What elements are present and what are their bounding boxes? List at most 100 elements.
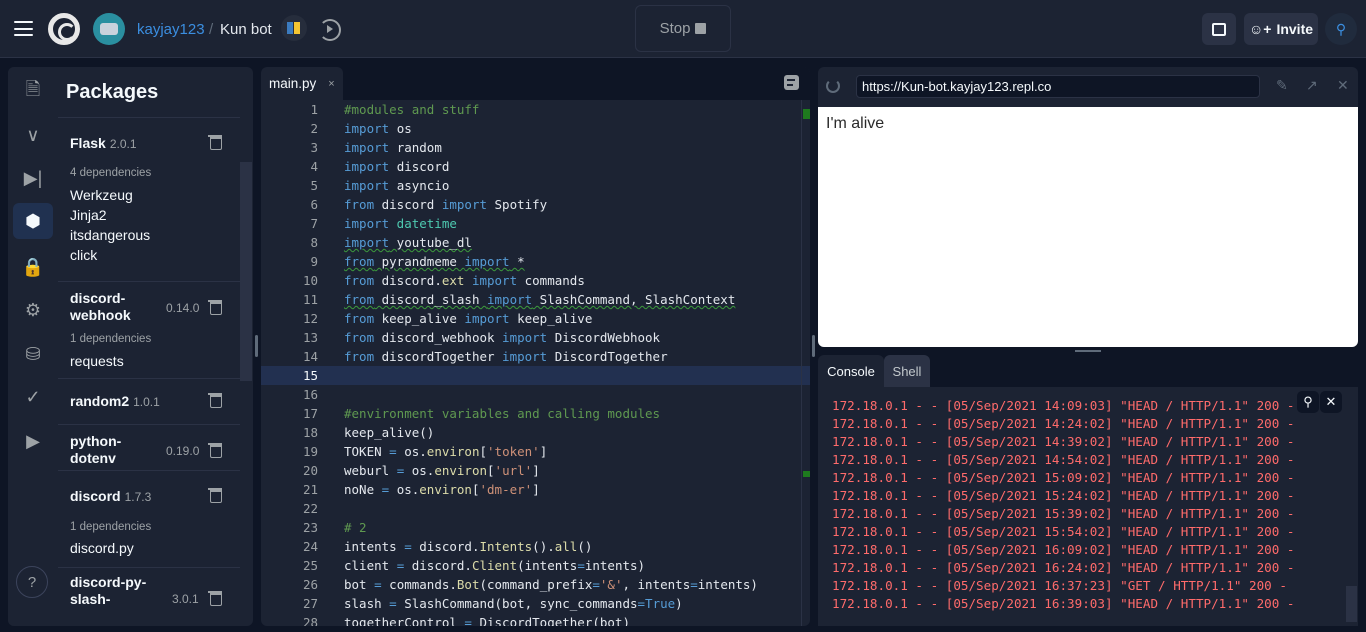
username-link[interactable]: kayjay123: [137, 21, 205, 38]
code-token: ]: [532, 482, 540, 497]
code-line[interactable]: 4 import discord: [261, 157, 810, 176]
console-scrollbar[interactable]: [1346, 586, 1357, 622]
close-icon[interactable]: ×: [328, 78, 334, 90]
chat-button[interactable]: [1202, 13, 1236, 45]
resize-handle[interactable]: [812, 335, 815, 357]
youtube-icon[interactable]: ▶: [13, 423, 53, 459]
file-icon[interactable]: 🗎: [13, 74, 53, 110]
trash-icon[interactable]: [208, 443, 222, 458]
code-line[interactable]: 15: [261, 366, 810, 385]
gear-icon[interactable]: ⚙: [13, 292, 53, 328]
code-line[interactable]: 1 #modules and stuff: [261, 100, 810, 119]
code-line[interactable]: 8 import youtube_dl: [261, 233, 810, 252]
code-line[interactable]: 14 from discordTogether import DiscordTog…: [261, 347, 810, 366]
code-line[interactable]: 26 bot = commands.Bot(command_prefix='&',…: [261, 575, 810, 594]
code-token: [: [487, 463, 495, 478]
code-line[interactable]: 13 from discord_webhook import DiscordWeb…: [261, 328, 810, 347]
code-line[interactable]: 9 from pyrandmeme import *: [261, 252, 810, 271]
code-line[interactable]: 17 #environment variables and calling mod…: [261, 404, 810, 423]
code-line[interactable]: 23 # 2: [261, 518, 810, 537]
line-number: 6: [310, 197, 318, 212]
console-line: 172.18.0.1 - - [05/Sep/2021 16:09:02] "H…: [832, 542, 1295, 557]
code-line[interactable]: 12 from keep_alive import keep_alive: [261, 309, 810, 328]
tab-main-py[interactable]: main.py ×: [261, 67, 343, 100]
replit-logo-icon[interactable]: [48, 13, 80, 45]
tab-shell[interactable]: Shell: [884, 355, 930, 387]
package-item[interactable]: python-dotenv 0.19.0: [58, 424, 240, 470]
code-token: togetherControl: [344, 615, 465, 626]
debugger-icon[interactable]: ▶|: [13, 160, 53, 196]
code-line[interactable]: 22: [261, 499, 810, 518]
packages-scrollbar[interactable]: [240, 162, 252, 381]
close-icon[interactable]: ✕: [1320, 391, 1342, 413]
package-item[interactable]: discord-py-slash- 3.0.1: [58, 567, 240, 626]
code-token: import: [464, 254, 510, 269]
dependency: Werkzeug: [70, 187, 133, 203]
code-line[interactable]: 16: [261, 385, 810, 404]
lock-icon[interactable]: 🔒: [13, 249, 53, 285]
code-line[interactable]: 5 import asyncio: [261, 176, 810, 195]
url-field[interactable]: https://Kun-bot.kayjay123.repl.co: [856, 75, 1260, 98]
invite-button[interactable]: ☺+ Invite: [1244, 13, 1318, 45]
code-line[interactable]: 10 from discord.ext import commands: [261, 271, 810, 290]
refresh-icon[interactable]: [826, 79, 840, 93]
help-button[interactable]: ?: [16, 566, 48, 598]
code-line[interactable]: 25 client = discord.Client(intents=intent…: [261, 556, 810, 575]
trash-icon[interactable]: [208, 135, 222, 150]
trash-icon[interactable]: [208, 488, 222, 503]
code-line[interactable]: 7 import datetime: [261, 214, 810, 233]
package-item[interactable]: discord-webhook 0.14.0 1 dependencies re…: [58, 281, 240, 378]
code-area[interactable]: 1 #modules and stuff 2 import os 3 import ran…: [261, 100, 810, 626]
edit-icon[interactable]: ✎: [1276, 77, 1288, 94]
package-item[interactable]: discord 1.7.3 1 dependencies discord.py: [58, 470, 240, 567]
code-line[interactable]: 18 keep_alive(): [261, 423, 810, 442]
package-item[interactable]: Flask 2.0.1 4 dependencies Werkzeug Jinja…: [58, 117, 240, 281]
horizontal-resize-handle[interactable]: [1075, 350, 1101, 352]
code-line[interactable]: 24 intents = discord.Intents().all(): [261, 537, 810, 556]
code-token: all: [554, 539, 578, 554]
code-line[interactable]: 2 import os: [261, 119, 810, 138]
code-line[interactable]: 27 slash = SlashCommand(bot, sync_command…: [261, 594, 810, 613]
resize-handle[interactable]: [255, 335, 258, 357]
code-line[interactable]: 11 from discord_slash import SlashCommand…: [261, 290, 810, 309]
menu-icon[interactable]: [14, 21, 33, 36]
code-editor[interactable]: main.py × 1 #modules and stuff 2 import os 3…: [261, 67, 810, 626]
code-line[interactable]: 19 TOKEN = os.environ['token']: [261, 442, 810, 461]
code-token: =: [637, 596, 646, 611]
packages-icon[interactable]: ⬢: [13, 203, 53, 239]
code-token: random: [396, 140, 442, 155]
code-line[interactable]: 21 noNe = os.environ['dm-er']: [261, 480, 810, 499]
avatar[interactable]: [93, 13, 125, 45]
dependency: Jinja2: [70, 207, 107, 223]
console-output[interactable]: 172.18.0.1 - - [05/Sep/2021 14:09:03] "H…: [818, 387, 1358, 626]
code-line[interactable]: 3 import random: [261, 138, 810, 157]
search-icon[interactable]: ⚲: [1297, 391, 1319, 413]
history-icon[interactable]: [319, 19, 341, 41]
line-content: from pyrandmeme import *: [344, 252, 525, 271]
search-button[interactable]: ⚲: [1325, 13, 1357, 45]
close-icon[interactable]: ✕: [1337, 77, 1349, 94]
check-icon[interactable]: ✓: [13, 379, 53, 415]
package-item[interactable]: random2 1.0.1: [58, 378, 240, 424]
stop-button[interactable]: Stop: [635, 5, 731, 52]
dependency-count: 4 dependencies: [70, 167, 152, 179]
outline-icon[interactable]: [784, 75, 799, 90]
tab-console[interactable]: Console: [818, 355, 884, 387]
code-line[interactable]: 28 togetherControl = DiscordTogether(bot): [261, 613, 810, 626]
trash-icon[interactable]: [208, 300, 222, 315]
database-icon[interactable]: ⛁: [13, 336, 53, 372]
code-line[interactable]: 20 weburl = os.environ['url']: [261, 461, 810, 480]
console-line: 172.18.0.1 - - [05/Sep/2021 15:24:02] "H…: [832, 488, 1295, 503]
open-new-tab-icon[interactable]: ↗: [1306, 77, 1318, 94]
repl-name[interactable]: Kun bot: [220, 21, 272, 38]
code-token: 'dm-er': [479, 482, 533, 497]
line-content: TOKEN = os.environ['token']: [344, 442, 547, 461]
trash-icon[interactable]: [208, 591, 222, 606]
code-line[interactable]: 6 from discord import Spotify: [261, 195, 810, 214]
trash-icon[interactable]: [208, 393, 222, 408]
code-token: os.: [389, 482, 420, 497]
webview-text: I'm alive: [826, 115, 885, 132]
share-icon[interactable]: ∨: [13, 117, 53, 153]
line-content: slash = SlashCommand(bot, sync_commands=…: [344, 594, 683, 613]
line-number: 16: [302, 387, 318, 402]
